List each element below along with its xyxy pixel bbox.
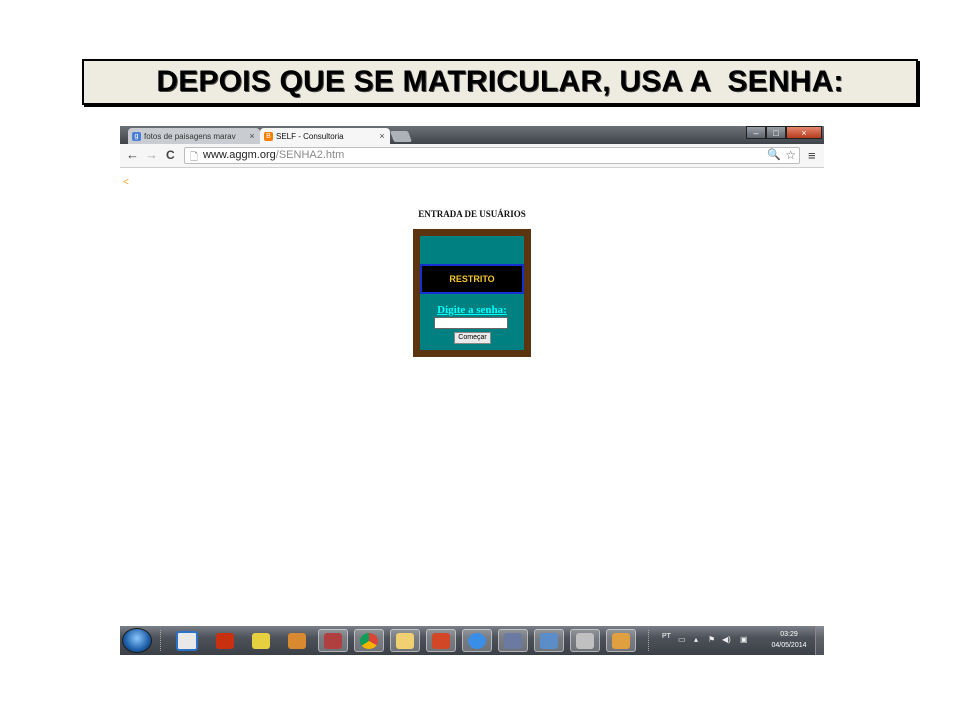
notes-app-icon[interactable] [246, 629, 276, 652]
close-tab-icon[interactable]: × [248, 131, 256, 141]
password-input[interactable] [434, 317, 508, 329]
slide-title: DEPOIS QUE SE MATRICULAR, USA A SENHA: [156, 65, 844, 98]
minimize-button[interactable]: – [746, 126, 766, 139]
film-app-icon[interactable] [210, 629, 240, 652]
address-url: www.aggm.org/SENHA2.htm [203, 149, 344, 161]
browser-window: g fotos de paisagens marav × B SELF - Co… [120, 126, 824, 655]
browser-titlebar: g fotos de paisagens marav × B SELF - Co… [120, 126, 824, 144]
clock-time: 03:29 [780, 631, 798, 638]
tab-label: SELF - Consultoria [276, 131, 344, 141]
tab-fotos-paisagens[interactable]: g fotos de paisagens marav × [128, 128, 260, 144]
tab-self-consultoria[interactable]: B SELF - Consultoria × [260, 128, 390, 144]
presentation-app-icon[interactable] [426, 629, 456, 652]
clock-date: 04/05/2014 [771, 642, 807, 649]
network-icon[interactable]: ▣ [740, 635, 748, 644]
back-arrow-icon[interactable]: ← [126, 147, 139, 163]
window-app-icon[interactable] [534, 629, 564, 652]
url-path: /SENHA2.htm [275, 149, 345, 161]
back-link[interactable]: < [123, 177, 129, 188]
clock[interactable]: 03:29 04/05/2014 [760, 629, 818, 651]
start-button-icon[interactable] [122, 628, 152, 653]
url-host: www.aggm.org [203, 149, 276, 161]
menu-icon[interactable]: ≡ [808, 148, 816, 163]
login-panel: RESTRITO Digite a senha: Começar [413, 229, 531, 357]
internet-explorer-icon[interactable] [462, 629, 492, 652]
restricted-label: RESTRITO [420, 264, 524, 294]
login-panel-inner: RESTRITO Digite a senha: Começar [420, 236, 524, 350]
action-center-icon[interactable]: ⚑ [708, 635, 715, 644]
page-heading: ENTRADA DE USUÁRIOS [418, 209, 526, 219]
taskbar-separator [160, 630, 164, 651]
taskbar-separator [648, 630, 652, 651]
language-indicator[interactable]: PT [662, 633, 671, 640]
chrome-icon[interactable] [354, 629, 384, 652]
reload-icon[interactable]: C [166, 147, 175, 163]
character-app-icon[interactable] [318, 629, 348, 652]
media-player-icon[interactable] [172, 629, 202, 652]
volume-icon[interactable]: ◀) [722, 635, 731, 644]
maximize-button[interactable]: □ [766, 126, 786, 139]
keyboard-icon[interactable]: ▭ [678, 635, 686, 644]
web-page: < ENTRADA DE USUÁRIOS RESTRITO Digite a … [120, 168, 824, 626]
new-tab-button[interactable] [389, 131, 413, 142]
windows-taskbar: PT ▭ ▴ ⚑ ◀) ▣ 03:29 04/05/2014 [120, 626, 824, 655]
paint-palette-icon[interactable] [606, 629, 636, 652]
blogger-icon: B [264, 131, 273, 141]
close-window-button[interactable]: × [786, 126, 822, 139]
paint-app-icon[interactable] [282, 629, 312, 652]
show-hidden-icons-icon[interactable]: ▴ [694, 635, 698, 644]
bookmark-star-icon[interactable]: ☆ [785, 148, 796, 162]
tab-label: fotos de paisagens marav [144, 131, 236, 141]
printer-icon[interactable] [570, 629, 600, 652]
window-controls: – □ × [746, 126, 822, 139]
slide-title-banner: DEPOIS QUE SE MATRICULAR, USA A SENHA: [82, 59, 918, 105]
start-button[interactable]: Começar [454, 332, 491, 344]
folder-icon[interactable] [390, 629, 420, 652]
show-desktop-button[interactable] [815, 626, 824, 655]
password-prompt: Digite a senha: [437, 304, 507, 316]
address-bar[interactable]: 🗋 www.aggm.org/SENHA2.htm 🔍 ☆ [184, 147, 800, 164]
close-tab-icon[interactable]: × [378, 131, 386, 141]
forward-arrow-icon[interactable]: → [145, 147, 158, 163]
system-tray: PT ▭ ▴ ⚑ ◀) ▣ 03:29 04/05/2014 [660, 626, 824, 655]
browser-toolbar: ← → C 🗋 www.aggm.org/SENHA2.htm 🔍 ☆ ≡ [120, 144, 824, 168]
page-icon: 🗋 [190, 152, 199, 163]
calculator-app-icon[interactable] [498, 629, 528, 652]
search-icon[interactable]: 🔍 [767, 148, 781, 161]
google-icon: g [132, 131, 141, 141]
